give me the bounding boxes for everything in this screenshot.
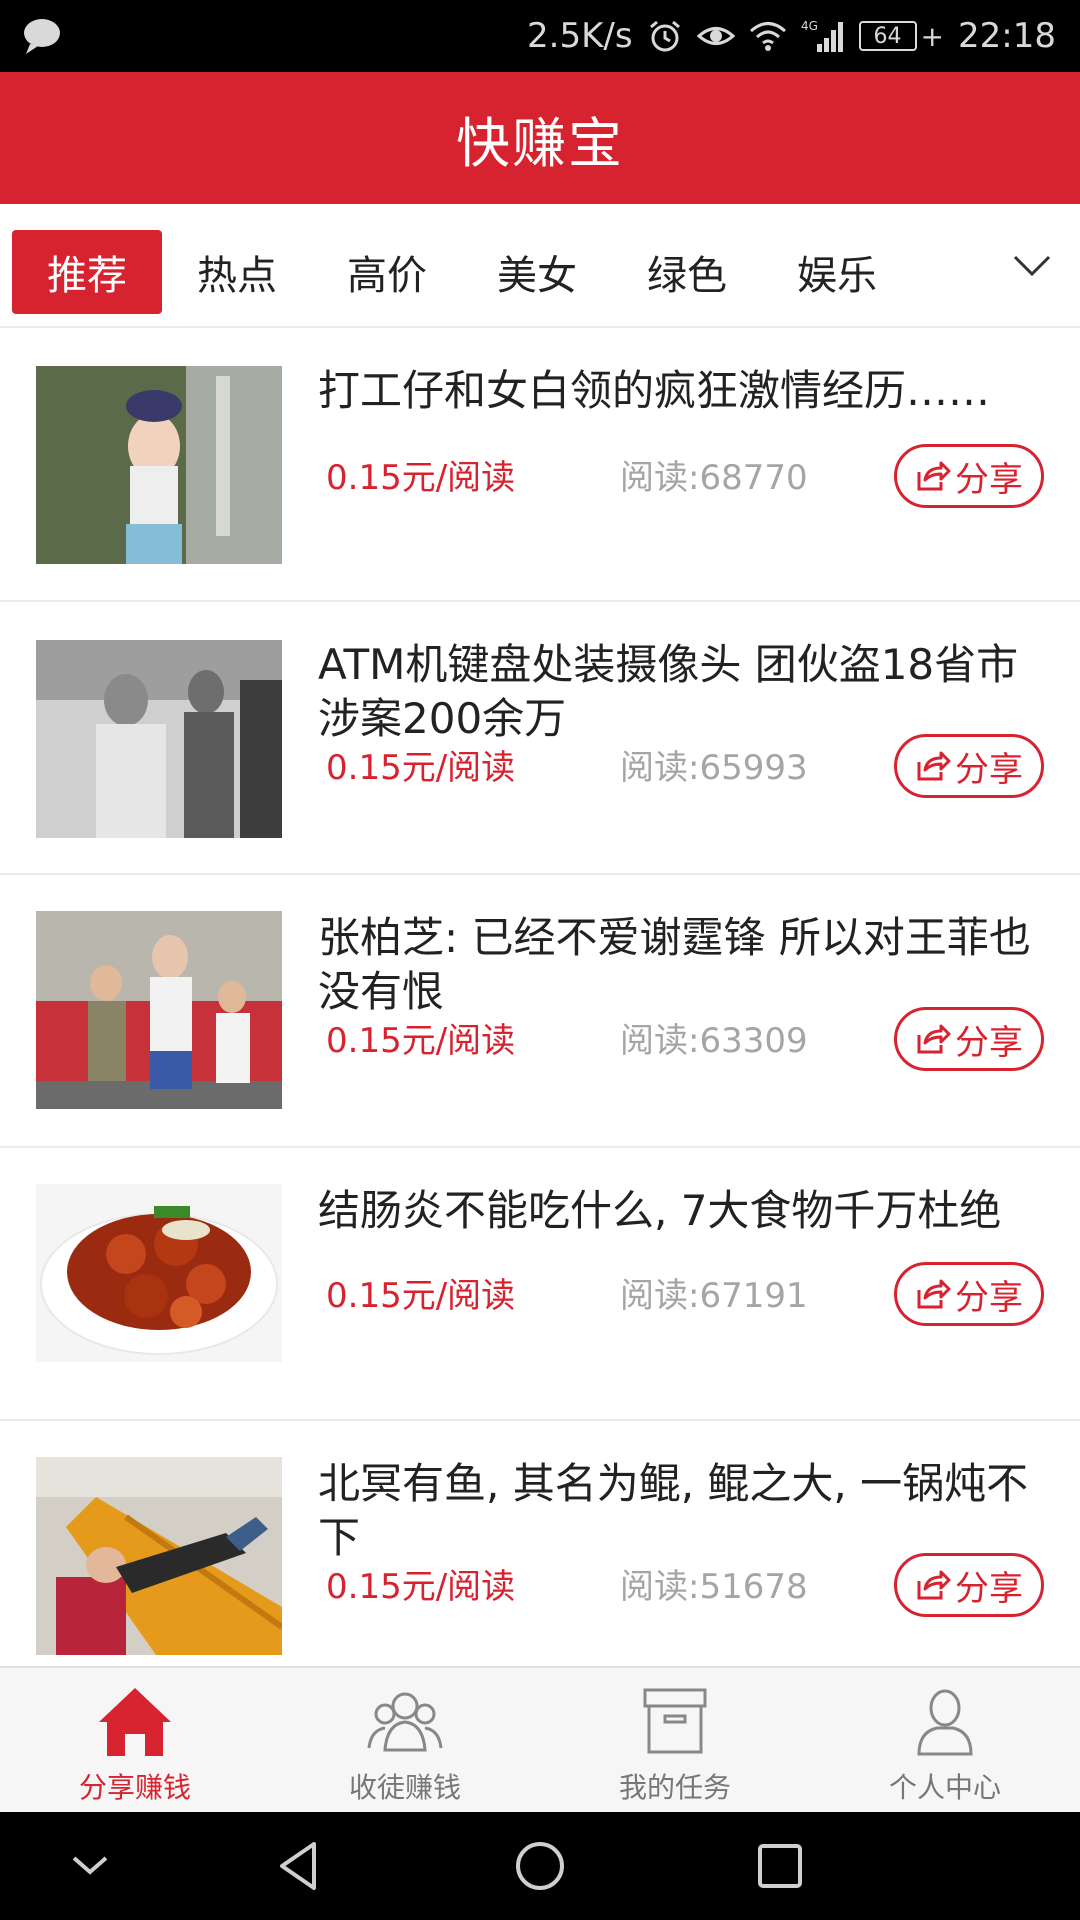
nav-label: 收徒赚钱 bbox=[348, 1771, 461, 1804]
share-button[interactable]: 分享 bbox=[894, 1007, 1044, 1071]
news-thumbnail bbox=[36, 911, 282, 1109]
news-thumbnail bbox=[36, 1457, 282, 1655]
share-label: 分享 bbox=[955, 459, 1023, 500]
home-circle-icon[interactable] bbox=[510, 1836, 570, 1896]
bottom-nav: 分享赚钱 收徒赚钱 我的任务 个人中心 bbox=[0, 1666, 1080, 1812]
share-icon bbox=[917, 1279, 951, 1309]
expand-tabs-button[interactable] bbox=[984, 204, 1080, 326]
net-speed: 2.5K/s bbox=[527, 16, 633, 56]
news-title: 北冥有鱼, 其名为鲲, 鲲之大, 一锅炖不下 bbox=[318, 1459, 1029, 1562]
share-label: 分享 bbox=[955, 749, 1023, 790]
news-read-count: 阅读:68770 bbox=[620, 458, 808, 498]
network-type: 4G bbox=[801, 19, 818, 33]
news-title: 张柏芝: 已经不爱谢霆锋 所以对王菲也没有恨 bbox=[318, 913, 1031, 1016]
battery-level: 64 bbox=[858, 21, 917, 51]
category-tabs: 推荐 热点 高价 美女 绿色 娱乐 bbox=[0, 204, 1080, 328]
nav-label: 我的任务 bbox=[618, 1771, 731, 1804]
box-icon bbox=[643, 1688, 707, 1754]
tab-high-price[interactable]: 高价 bbox=[312, 230, 462, 314]
news-read-count: 阅读:63309 bbox=[620, 1021, 808, 1061]
wifi-icon bbox=[749, 20, 787, 52]
tab-green[interactable]: 绿色 bbox=[612, 230, 762, 314]
news-read-count: 阅读:51678 bbox=[620, 1567, 808, 1607]
news-item[interactable]: 张柏芝: 已经不爱谢霆锋 所以对王菲也没有恨 0.15元/阅读 阅读:63309… bbox=[0, 875, 1080, 1148]
clock: 22:18 bbox=[958, 16, 1056, 56]
eye-icon bbox=[696, 21, 735, 51]
news-price: 0.15元/阅读 bbox=[326, 1567, 516, 1607]
news-title: ATM机键盘处装摄像头 团伙盗18省市涉案200余万 bbox=[318, 640, 1019, 743]
news-title: 结肠炎不能吃什么, 7大食物千万杜绝 bbox=[318, 1186, 1002, 1235]
people-icon bbox=[367, 1692, 443, 1752]
share-button[interactable]: 分享 bbox=[894, 1262, 1044, 1326]
share-label: 分享 bbox=[955, 1277, 1023, 1318]
nav-label: 分享赚钱 bbox=[78, 1771, 191, 1804]
share-label: 分享 bbox=[955, 1022, 1023, 1063]
app-header: 快赚宝 bbox=[0, 72, 1080, 204]
news-item[interactable]: ATM机键盘处装摄像头 团伙盗18省市涉案200余万 0.15元/阅读 阅读:6… bbox=[0, 602, 1080, 875]
share-button[interactable]: 分享 bbox=[894, 734, 1044, 798]
nav-label: 个人中心 bbox=[888, 1771, 1001, 1804]
news-thumbnail bbox=[36, 366, 282, 564]
news-price: 0.15元/阅读 bbox=[326, 458, 516, 498]
message-icon bbox=[20, 14, 64, 58]
nav-my-tasks[interactable]: 我的任务 bbox=[540, 1668, 810, 1812]
news-price: 0.15元/阅读 bbox=[326, 1021, 516, 1061]
news-price: 0.15元/阅读 bbox=[326, 1276, 516, 1316]
home-icon bbox=[99, 1688, 171, 1756]
nav-share-earn[interactable]: 分享赚钱 bbox=[0, 1668, 270, 1812]
app-title: 快赚宝 bbox=[456, 111, 624, 175]
share-icon bbox=[917, 461, 951, 491]
share-label: 分享 bbox=[955, 1568, 1023, 1609]
system-nav-bar bbox=[0, 1812, 1080, 1920]
alarm-icon bbox=[647, 18, 683, 54]
tab-recommend[interactable]: 推荐 bbox=[12, 230, 162, 314]
nav-personal-center[interactable]: 个人中心 bbox=[810, 1668, 1080, 1812]
back-icon[interactable] bbox=[270, 1836, 330, 1896]
share-icon bbox=[917, 1024, 951, 1054]
battery-icon: 64 + bbox=[858, 20, 944, 53]
share-icon bbox=[917, 751, 951, 781]
chevron-down-icon bbox=[72, 1856, 108, 1875]
status-indicators: 2.5K/s 4G 64 + 22:18 bbox=[527, 0, 1056, 72]
status-bar: 2.5K/s 4G 64 + 22:18 bbox=[0, 0, 1080, 72]
share-icon bbox=[917, 1570, 951, 1600]
tab-hot[interactable]: 热点 bbox=[162, 230, 312, 314]
news-item[interactable]: 北冥有鱼, 其名为鲲, 鲲之大, 一锅炖不下 0.15元/阅读 阅读:51678… bbox=[0, 1421, 1080, 1667]
tab-beauty[interactable]: 美女 bbox=[462, 230, 612, 314]
news-price: 0.15元/阅读 bbox=[326, 748, 516, 788]
chevron-down-icon bbox=[1013, 255, 1051, 277]
signal-icon: 4G bbox=[801, 18, 845, 54]
share-button[interactable]: 分享 bbox=[894, 1553, 1044, 1617]
nav-recruit-earn[interactable]: 收徒赚钱 bbox=[270, 1668, 540, 1812]
news-read-count: 阅读:65993 bbox=[620, 748, 808, 788]
person-icon bbox=[917, 1689, 973, 1756]
news-title: 打工仔和女白领的疯狂激情经历…… bbox=[318, 366, 991, 415]
news-item[interactable]: 结肠炎不能吃什么, 7大食物千万杜绝 0.15元/阅读 阅读:67191 分享 bbox=[0, 1148, 1080, 1421]
tab-entertainment[interactable]: 娱乐 bbox=[762, 230, 912, 314]
recents-icon[interactable] bbox=[750, 1836, 810, 1896]
share-button[interactable]: 分享 bbox=[894, 444, 1044, 508]
news-read-count: 阅读:67191 bbox=[620, 1276, 808, 1316]
news-thumbnail bbox=[36, 1184, 282, 1362]
news-thumbnail bbox=[36, 640, 282, 838]
news-item[interactable]: 打工仔和女白领的疯狂激情经历…… 0.15元/阅读 阅读:68770 分享 bbox=[0, 330, 1080, 602]
news-list: 打工仔和女白领的疯狂激情经历…… 0.15元/阅读 阅读:68770 分享 AT… bbox=[0, 330, 1080, 1667]
